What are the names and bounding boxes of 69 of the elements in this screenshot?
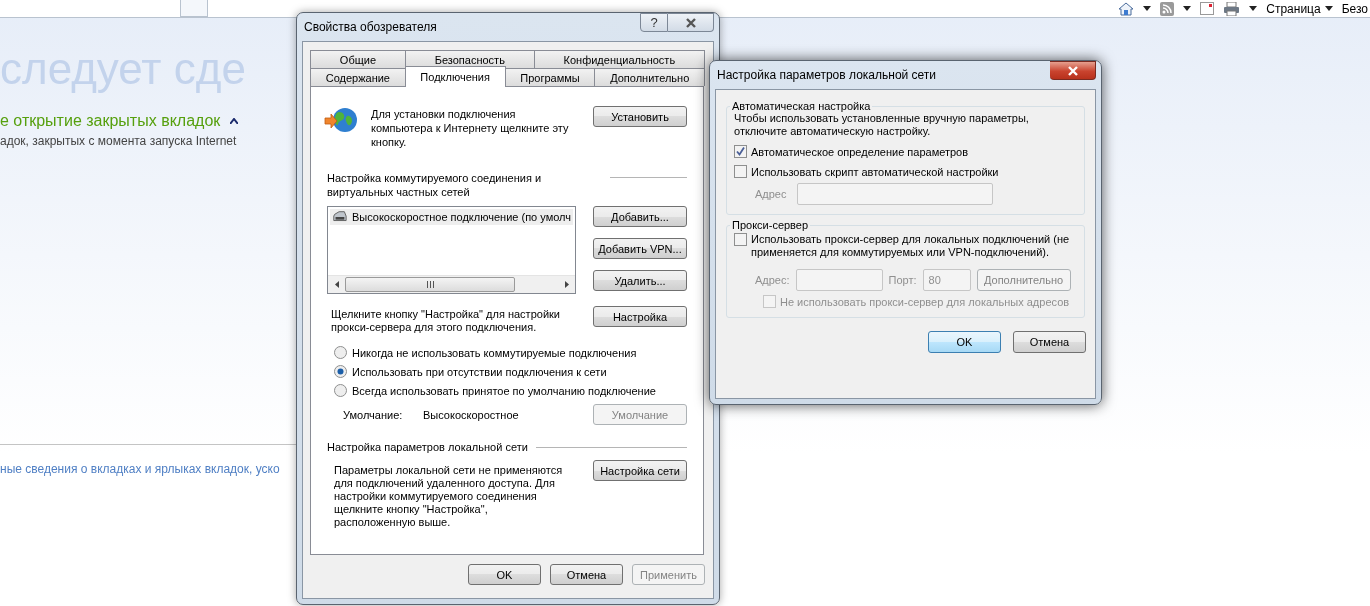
browser-tab[interactable]: [180, 0, 208, 17]
window-title: Свойства обозревателя: [304, 20, 437, 34]
scrollbar[interactable]: [328, 275, 575, 293]
arrow-left-icon: [334, 281, 339, 288]
settings-button[interactable]: Настройка: [593, 306, 687, 327]
info-link[interactable]: ные сведения о вкладках и ярлыках вкладок, уско: [0, 462, 280, 476]
radio-label: Никогда не использовать коммутируемые подключения: [352, 346, 637, 359]
tab[interactable]: Дополнительно: [594, 68, 705, 86]
default-value: Высокоскоростное: [423, 408, 519, 421]
caret-icon: [1324, 6, 1333, 11]
radio-label: Всегда использовать принятое по умолчанию подключение: [352, 384, 656, 397]
close-icon: [684, 17, 697, 28]
lan-settings-button[interactable]: Настройка сети: [593, 460, 687, 481]
caret-icon: [1143, 6, 1152, 11]
section-title: е открытие закрытых вкладок: [0, 112, 221, 130]
close-icon: [1066, 65, 1079, 76]
mail-icon[interactable]: [1200, 2, 1215, 15]
tab[interactable]: Общие: [310, 50, 406, 68]
radio-label: Использовать при отсутствии подключения к сети: [352, 365, 607, 378]
dialog-button[interactable]: OK: [468, 564, 541, 585]
arrow-right-icon: [564, 281, 569, 288]
modem-icon: [332, 210, 348, 224]
tab[interactable]: Содержание: [310, 68, 406, 86]
tab[interactable]: Подключения: [404, 66, 506, 87]
section-heading: Настройка параметров локальной сети: [327, 440, 528, 454]
window-title: Настройка параметров локальной сети: [717, 68, 937, 82]
printer-icon[interactable]: [1223, 1, 1241, 16]
group-title: Автоматическая настройка: [731, 100, 872, 112]
dialog-button[interactable]: OK: [928, 331, 1001, 353]
help-button[interactable]: ?: [640, 13, 668, 32]
caret-icon: [1183, 6, 1192, 11]
section-text: адок, закрытых с момента запуска Internet: [0, 134, 237, 148]
section-heading: Настройка коммутируемого соединения и виртуальных частных сетей: [327, 171, 543, 199]
rss-icon[interactable]: [1160, 1, 1175, 16]
caret-icon: [1249, 6, 1258, 11]
checkbox[interactable]: [734, 145, 747, 158]
dialog-button[interactable]: Отмена: [550, 564, 623, 585]
radio-button[interactable]: [334, 384, 347, 397]
tab[interactable]: Конфиденциальность: [533, 50, 705, 68]
setup-button[interactable]: Установить: [593, 106, 687, 127]
safety-menu[interactable]: Безо: [1341, 1, 1368, 16]
checkbox-label: Использовать прокси-сервер для локальных подключений (не применяется для коммутируемых или VPN-подключений).: [751, 233, 1071, 259]
page-menu[interactable]: Страница: [1266, 1, 1333, 16]
field-label: Порт:: [888, 274, 917, 286]
dialog-button[interactable]: Отмена: [1013, 331, 1086, 353]
tab[interactable]: Программы: [504, 68, 596, 86]
radio-button[interactable]: [334, 346, 347, 359]
setup-text: Для установки подключения компьютера к Интернету щелкните эту кнопку.: [371, 107, 570, 149]
checkbox-label: Использовать скрипт автоматической настройки: [751, 165, 999, 178]
close-button[interactable]: [1050, 61, 1096, 80]
collapse-icon[interactable]: [230, 118, 239, 124]
group-title: Прокси-сервер: [731, 219, 810, 231]
proxy-note: Щелкните кнопку "Настройка" для настройки прокси-сервера для этого подключения.: [330, 308, 561, 334]
home-icon[interactable]: [1118, 1, 1135, 16]
radio-button[interactable]: [334, 365, 347, 378]
lan-note: Параметры локальной сети не применяются для подключений удаленного доступа. Для настройки коммутируемого соединения щелкните кнопку "Настройка", расположенную выше.: [333, 464, 564, 529]
auto-note: Чтобы использовать установленные вручную параметры, отключите автоматическую настройку.: [734, 112, 1030, 138]
checkbox-label: Автоматическое определение параметров: [751, 145, 969, 158]
list-action-button[interactable]: Удалить...: [593, 270, 687, 291]
list-action-button[interactable]: Добавить...: [593, 206, 687, 227]
tab[interactable]: Безопасность: [404, 50, 535, 68]
checkbox[interactable]: [734, 165, 747, 178]
list-item[interactable]: Высокоскоростное подключение (по умолч: [330, 209, 573, 225]
field-label: Адрес: [755, 188, 787, 200]
field-label: Адрес:: [755, 274, 790, 286]
checkbox-label: Не использовать прокси-сервер для локальных адресов: [780, 295, 1070, 308]
default-label: Умолчание:: [343, 408, 404, 421]
list-action-button[interactable]: Добавить VPN...: [593, 238, 687, 259]
close-button[interactable]: [668, 13, 714, 32]
